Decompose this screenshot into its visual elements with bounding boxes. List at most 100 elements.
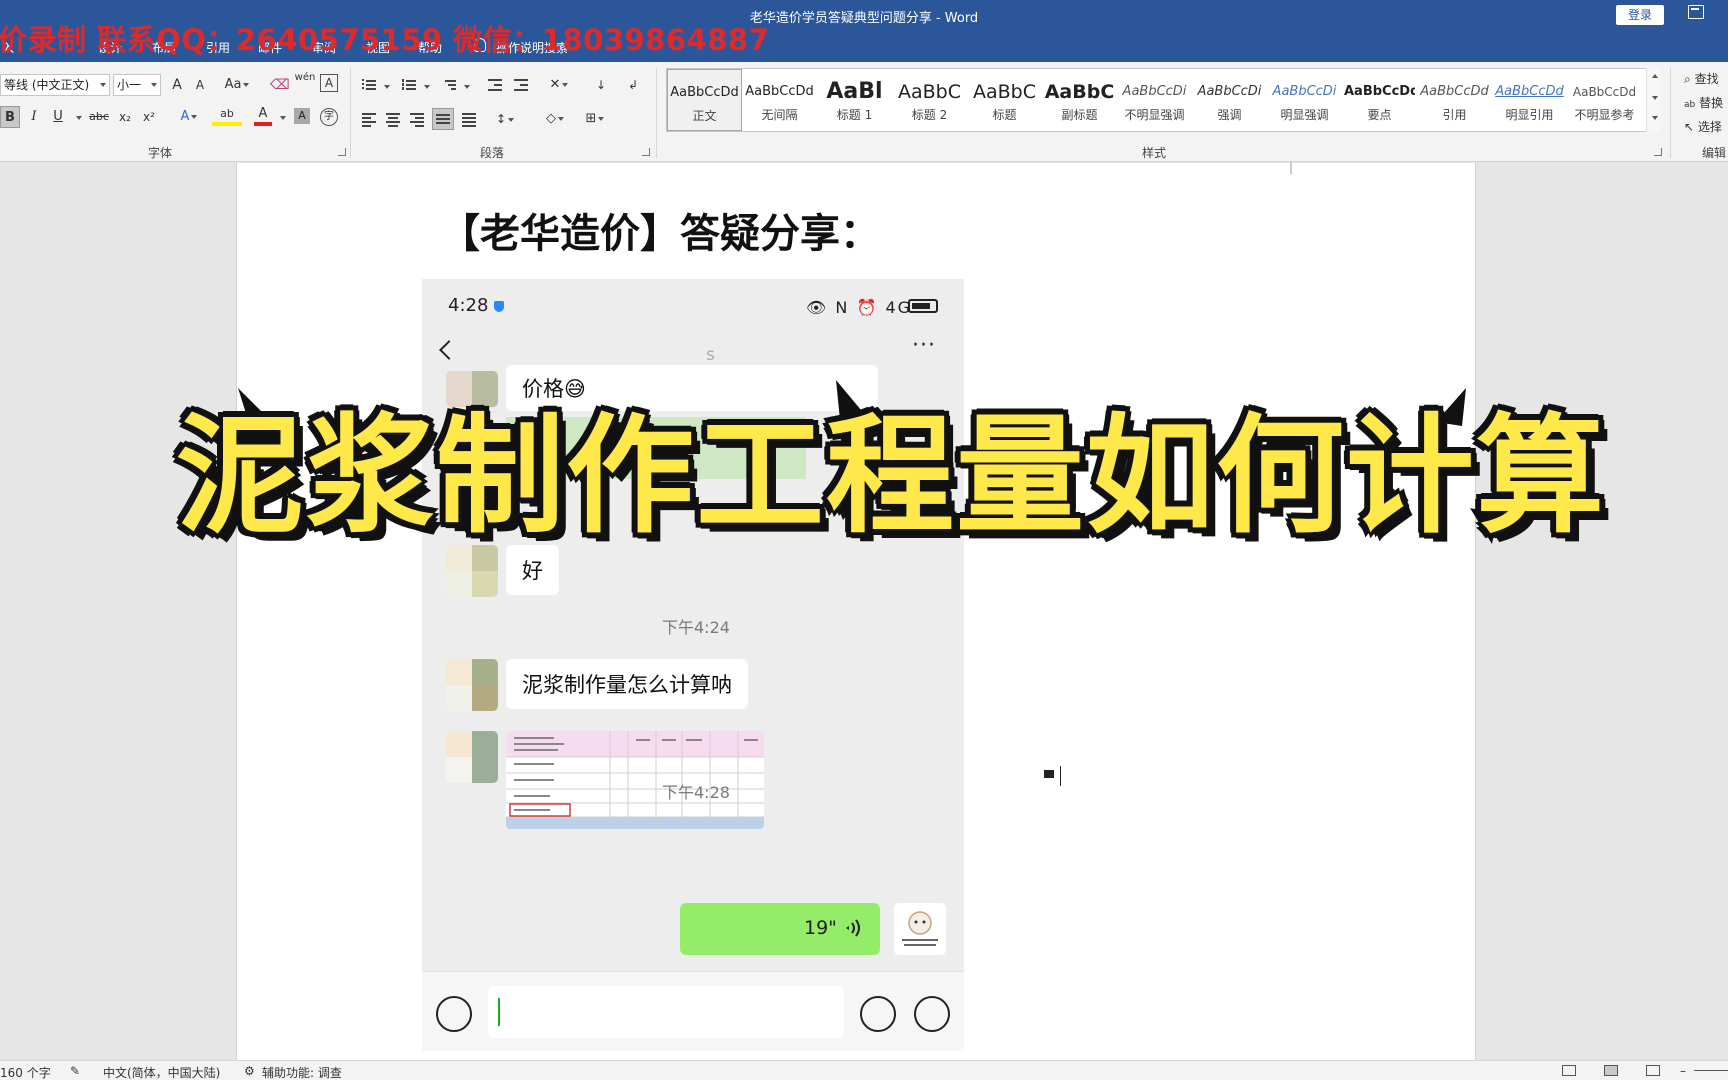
- multilevel-list-icon[interactable]: [442, 79, 456, 91]
- ribbon-display-options-icon[interactable]: [1688, 5, 1704, 19]
- style-item[interactable]: AaBbCcDi 不明显强调: [1117, 69, 1192, 131]
- read-mode-icon[interactable]: [1562, 1065, 1576, 1076]
- line-spacing-button[interactable]: ↕: [490, 108, 520, 130]
- superscript-button[interactable]: x²: [140, 106, 158, 128]
- increase-indent-icon[interactable]: [514, 79, 528, 91]
- chevron-down-icon[interactable]: [464, 85, 470, 89]
- voice-duration: 19": [804, 917, 837, 939]
- chevron-up-icon[interactable]: [1652, 74, 1658, 78]
- chevron-down-icon[interactable]: [280, 116, 286, 120]
- style-sample: AaBbC: [1044, 81, 1115, 103]
- style-item[interactable]: AaBbCcDd 无间隔: [742, 69, 817, 131]
- avatar: [446, 545, 498, 597]
- style-item[interactable]: AaBbCcDd 不明显参考: [1567, 69, 1642, 131]
- style-sample: AaBbCcDd: [1495, 84, 1564, 99]
- style-item[interactable]: AaBbC 标题 2: [892, 69, 967, 131]
- phonetic-guide-button[interactable]: wén: [294, 72, 316, 94]
- replace-icon: ab: [1684, 100, 1696, 110]
- highlight-color-button[interactable]: ab: [212, 106, 242, 126]
- group-separator: [1670, 68, 1671, 158]
- shading-button[interactable]: ◇: [540, 108, 570, 130]
- select-button[interactable]: ↖ 选择: [1684, 118, 1722, 135]
- style-item[interactable]: AaBbC 标题: [967, 69, 1042, 131]
- dialog-launcher-icon[interactable]: [642, 148, 650, 156]
- style-item[interactable]: AaBbCcDd 要点: [1342, 69, 1417, 131]
- i-beam-cursor-icon: [1060, 766, 1068, 786]
- chevron-down-icon[interactable]: [1652, 96, 1658, 100]
- style-item[interactable]: AaBbCcDd 引用: [1417, 69, 1492, 131]
- char-border-button[interactable]: A: [320, 74, 338, 92]
- dialog-launcher-icon[interactable]: [1654, 148, 1662, 156]
- chat-bubble: 好: [506, 545, 559, 595]
- zoom-slider[interactable]: [1694, 1070, 1728, 1071]
- cat-sticker-avatar: [902, 911, 938, 946]
- chevron-down-icon[interactable]: [76, 116, 82, 120]
- more-styles-icon[interactable]: [1652, 116, 1658, 120]
- font-group-label: 字体: [148, 146, 173, 160]
- language-indicator[interactable]: 中文(简体，中国大陆): [103, 1064, 220, 1080]
- group-separator: [656, 68, 657, 158]
- font-size-combo[interactable]: 小一: [113, 74, 161, 96]
- styles-gallery: AaBbCcDd 正文 AaBbCcDd 无间隔 AaBl 标题 1 AaBbC 标题 2 Aa…: [666, 68, 1660, 132]
- avatar: [446, 731, 498, 783]
- style-name: 引用: [1442, 108, 1467, 122]
- gallery-scroll-arrows[interactable]: [1646, 68, 1660, 132]
- strikethrough-button[interactable]: abc: [88, 106, 110, 128]
- crop-mark-left: [384, 162, 418, 174]
- bullets-icon[interactable]: [362, 79, 376, 91]
- chat-title: s: [706, 345, 715, 365]
- proofing-icon[interactable]: ✎: [70, 1064, 80, 1078]
- distributed-icon[interactable]: [462, 113, 476, 127]
- decrease-indent-icon[interactable]: [488, 79, 502, 91]
- chat-input-bar: [422, 971, 964, 1051]
- borders-button[interactable]: ⊞: [580, 108, 610, 130]
- style-item[interactable]: AaBbC 副标题: [1042, 69, 1117, 131]
- italic-button[interactable]: I: [26, 106, 42, 128]
- align-right-icon[interactable]: [410, 113, 424, 127]
- justify-button[interactable]: [432, 108, 454, 130]
- style-name: 无间隔: [761, 108, 798, 122]
- voice-input-icon: [436, 996, 472, 1032]
- find-label: 查找: [1694, 72, 1719, 86]
- more-options-icon: ···: [912, 333, 936, 358]
- plus-icon: [914, 996, 950, 1032]
- voice-message-bubble: 19": [680, 903, 880, 955]
- align-center-icon[interactable]: [386, 113, 400, 127]
- zoom-out-icon[interactable]: –: [1680, 1064, 1686, 1078]
- style-item[interactable]: AaBbCcDd 正文: [667, 69, 742, 131]
- align-left-icon[interactable]: [362, 113, 376, 127]
- grow-font-button[interactable]: A: [168, 74, 186, 96]
- clear-formatting-icon[interactable]: ⌫: [270, 74, 290, 96]
- enclose-characters-button[interactable]: 字: [320, 108, 338, 126]
- style-item[interactable]: AaBbCcDi 明显强调: [1267, 69, 1342, 131]
- word-count[interactable]: 160 个字: [0, 1064, 51, 1080]
- print-layout-icon[interactable]: [1604, 1065, 1618, 1076]
- chinese-layout-button[interactable]: ✕: [544, 74, 574, 96]
- avatar: [446, 659, 498, 711]
- chat-timestamp: 下午4:24: [662, 618, 730, 637]
- font-color-button[interactable]: A: [254, 106, 272, 126]
- underline-button[interactable]: U: [50, 106, 66, 128]
- subscript-button[interactable]: x₂: [116, 106, 134, 128]
- font-name-combo[interactable]: 等线 (中文正文): [0, 74, 110, 96]
- sort-icon[interactable]: ↓: [592, 74, 610, 96]
- chevron-down-icon[interactable]: [424, 85, 430, 89]
- numbering-icon[interactable]: [402, 79, 416, 91]
- accessibility-status[interactable]: 辅助功能: 调查: [262, 1064, 342, 1080]
- login-button[interactable]: 登录: [1616, 5, 1664, 25]
- char-shading-button[interactable]: A: [294, 108, 310, 124]
- shrink-font-button[interactable]: A: [191, 74, 209, 96]
- chevron-down-icon[interactable]: [384, 85, 390, 89]
- chat-timestamp: 下午4:28: [662, 783, 730, 802]
- find-button[interactable]: ⌕ 查找: [1684, 70, 1719, 87]
- text-effects-button[interactable]: A: [174, 106, 204, 128]
- style-item[interactable]: AaBbCcDi 强调: [1192, 69, 1267, 131]
- dialog-launcher-icon[interactable]: [338, 148, 346, 156]
- replace-button[interactable]: ab 替换: [1684, 94, 1723, 111]
- style-item[interactable]: AaBbCcDd 明显引用: [1492, 69, 1567, 131]
- show-marks-icon[interactable]: ↲: [624, 74, 642, 96]
- change-case-button[interactable]: Aa: [222, 74, 252, 96]
- style-item[interactable]: AaBl 标题 1: [817, 69, 892, 131]
- bold-button[interactable]: B: [0, 106, 20, 128]
- web-layout-icon[interactable]: [1646, 1065, 1660, 1076]
